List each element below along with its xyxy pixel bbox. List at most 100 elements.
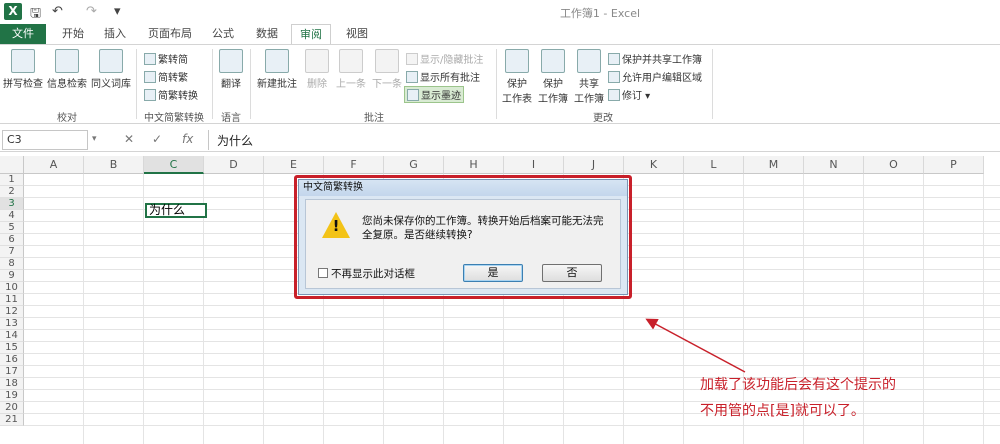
name-box-dropdown-icon[interactable]: ▾: [92, 134, 97, 144]
tab-formulas[interactable]: 公式: [204, 24, 242, 44]
quick-access-customize-icon[interactable]: ▾: [114, 4, 121, 19]
column-header-j[interactable]: J: [564, 156, 624, 174]
row-header-16[interactable]: 16: [0, 354, 24, 366]
column-header-a[interactable]: A: [24, 156, 84, 174]
column-header-k[interactable]: K: [624, 156, 684, 174]
column-header-c[interactable]: C: [144, 156, 204, 174]
cancel-icon[interactable]: ✕: [124, 132, 134, 146]
row-header-8[interactable]: 8: [0, 258, 24, 270]
thesaurus-button[interactable]: 同义词库: [90, 49, 132, 90]
row-header-6[interactable]: 6: [0, 234, 24, 246]
row-header-15[interactable]: 15: [0, 342, 24, 354]
enter-icon[interactable]: ✓: [152, 132, 162, 146]
column-header-o[interactable]: O: [864, 156, 924, 174]
next-comment-icon: [375, 49, 399, 73]
column-header-p[interactable]: P: [924, 156, 984, 174]
tab-file[interactable]: 文件: [0, 24, 46, 44]
column-header-h[interactable]: H: [444, 156, 504, 174]
protect-share-icon: [608, 53, 620, 65]
grid-horizontal-line: [24, 329, 1000, 330]
row-header-10[interactable]: 10: [0, 282, 24, 294]
column-header-m[interactable]: M: [744, 156, 804, 174]
row-header-12[interactable]: 12: [0, 306, 24, 318]
new-comment-button[interactable]: 新建批注: [254, 49, 300, 90]
row-header-3[interactable]: 3: [0, 198, 24, 210]
row-header-14[interactable]: 14: [0, 330, 24, 342]
row-header-4[interactable]: 4: [0, 210, 24, 222]
dialog-body: ! 您尚未保存你的工作簿。转换开始后档案可能无法完全复原。是否继续转换? 不再显…: [305, 199, 621, 289]
show-all-comments-button[interactable]: 显示所有批注: [406, 69, 480, 84]
row-header-2[interactable]: 2: [0, 186, 24, 198]
column-header-d[interactable]: D: [204, 156, 264, 174]
checkbox-box[interactable]: [318, 268, 328, 278]
row-header-11[interactable]: 11: [0, 294, 24, 306]
grid-horizontal-line: [24, 317, 1000, 318]
spell-check-button[interactable]: 拼写检查: [2, 49, 44, 90]
simp-to-trad-button[interactable]: 简转繁: [144, 69, 188, 84]
translate-button[interactable]: 翻译: [216, 49, 246, 90]
column-header-b[interactable]: B: [84, 156, 144, 174]
column-header-i[interactable]: I: [504, 156, 564, 174]
group-separator: [250, 49, 251, 119]
tab-home[interactable]: 开始: [54, 24, 92, 44]
column-header-n[interactable]: N: [804, 156, 864, 174]
row-header-5[interactable]: 5: [0, 222, 24, 234]
chinese-convert-icon: [144, 89, 156, 101]
column-header-l[interactable]: L: [684, 156, 744, 174]
allow-edit-ranges-button[interactable]: 允许用户编辑区域: [608, 69, 702, 84]
protect-sheet-button[interactable]: 保护 工作表: [500, 49, 534, 105]
row-header-21[interactable]: 21: [0, 414, 24, 426]
previous-comment-button[interactable]: 上一条: [334, 49, 368, 90]
tab-data[interactable]: 数据: [248, 24, 286, 44]
group-label-proofing: 校对: [57, 113, 77, 124]
formula-bar: C3 ▾ ✕ ✓ fx 为什么: [0, 128, 1000, 152]
no-button[interactable]: 否: [542, 264, 602, 282]
row-header-18[interactable]: 18: [0, 378, 24, 390]
allow-edit-ranges-icon: [608, 71, 620, 83]
tab-insert[interactable]: 插入: [96, 24, 134, 44]
convert-dialog: 中文简繁转换 ! 您尚未保存你的工作簿。转换开始后档案可能无法完全复原。是否继续…: [298, 179, 628, 295]
insert-function-icon[interactable]: fx: [182, 132, 193, 146]
show-ink-button[interactable]: 显示墨迹: [404, 86, 464, 103]
simp-to-trad-icon: [144, 71, 156, 83]
row-header-1[interactable]: 1: [0, 174, 24, 186]
row-header-19[interactable]: 19: [0, 390, 24, 402]
yes-button[interactable]: 是: [463, 264, 523, 282]
name-box[interactable]: C3: [2, 130, 88, 150]
chinese-convert-button[interactable]: 简繁转换: [144, 87, 198, 102]
protect-workbook-button[interactable]: 保护 工作簿: [536, 49, 570, 105]
new-comment-icon: [265, 49, 289, 73]
redo-icon[interactable]: ↷: [86, 4, 97, 19]
research-button[interactable]: 信息检索: [46, 49, 88, 90]
save-icon[interactable]: 🖫: [30, 4, 41, 26]
row-header-13[interactable]: 13: [0, 318, 24, 330]
tab-view[interactable]: 视图: [338, 24, 376, 44]
share-workbook-icon: [577, 49, 601, 73]
annotation-line-1: 加载了该功能后会有这个提示的: [700, 377, 896, 393]
delete-comment-button[interactable]: 删除: [302, 49, 332, 90]
active-cell-c3[interactable]: 为什么: [145, 203, 207, 218]
column-header-e[interactable]: E: [264, 156, 324, 174]
tab-page-layout[interactable]: 页面布局: [140, 24, 200, 44]
row-header-7[interactable]: 7: [0, 246, 24, 258]
next-comment-button[interactable]: 下一条: [370, 49, 404, 90]
row-header-17[interactable]: 17: [0, 366, 24, 378]
tab-review[interactable]: 审阅: [291, 24, 331, 45]
column-header-f[interactable]: F: [324, 156, 384, 174]
row-header-9[interactable]: 9: [0, 270, 24, 282]
ribbon: 拼写检查 信息检索 同义词库 校对 繁转简 简转繁 简繁转换 中文简繁转换 翻译…: [0, 44, 1000, 124]
title-bar: X 🖫 ↶ ↷ ▾ 工作簿1 - Excel: [0, 0, 1000, 24]
formula-input[interactable]: 为什么: [208, 130, 998, 150]
undo-icon[interactable]: ↶: [52, 4, 63, 19]
column-header-g[interactable]: G: [384, 156, 444, 174]
row-header-20[interactable]: 20: [0, 402, 24, 414]
group-label-changes: 更改: [593, 113, 613, 124]
share-workbook-button[interactable]: 共享 工作簿: [572, 49, 606, 105]
show-hide-comment-button[interactable]: 显示/隐藏批注: [406, 51, 483, 66]
annotation-text: 加载了该功能后会有这个提示的 不用管的点[是]就可以了。: [700, 372, 960, 424]
protect-share-button[interactable]: 保护并共享工作簿: [608, 51, 702, 66]
trad-to-simp-button[interactable]: 繁转简: [144, 51, 188, 66]
track-changes-button[interactable]: 修订 ▾: [608, 87, 650, 102]
dont-show-again-checkbox[interactable]: 不再显示此对话框: [318, 266, 415, 281]
show-all-comments-icon: [406, 71, 418, 83]
